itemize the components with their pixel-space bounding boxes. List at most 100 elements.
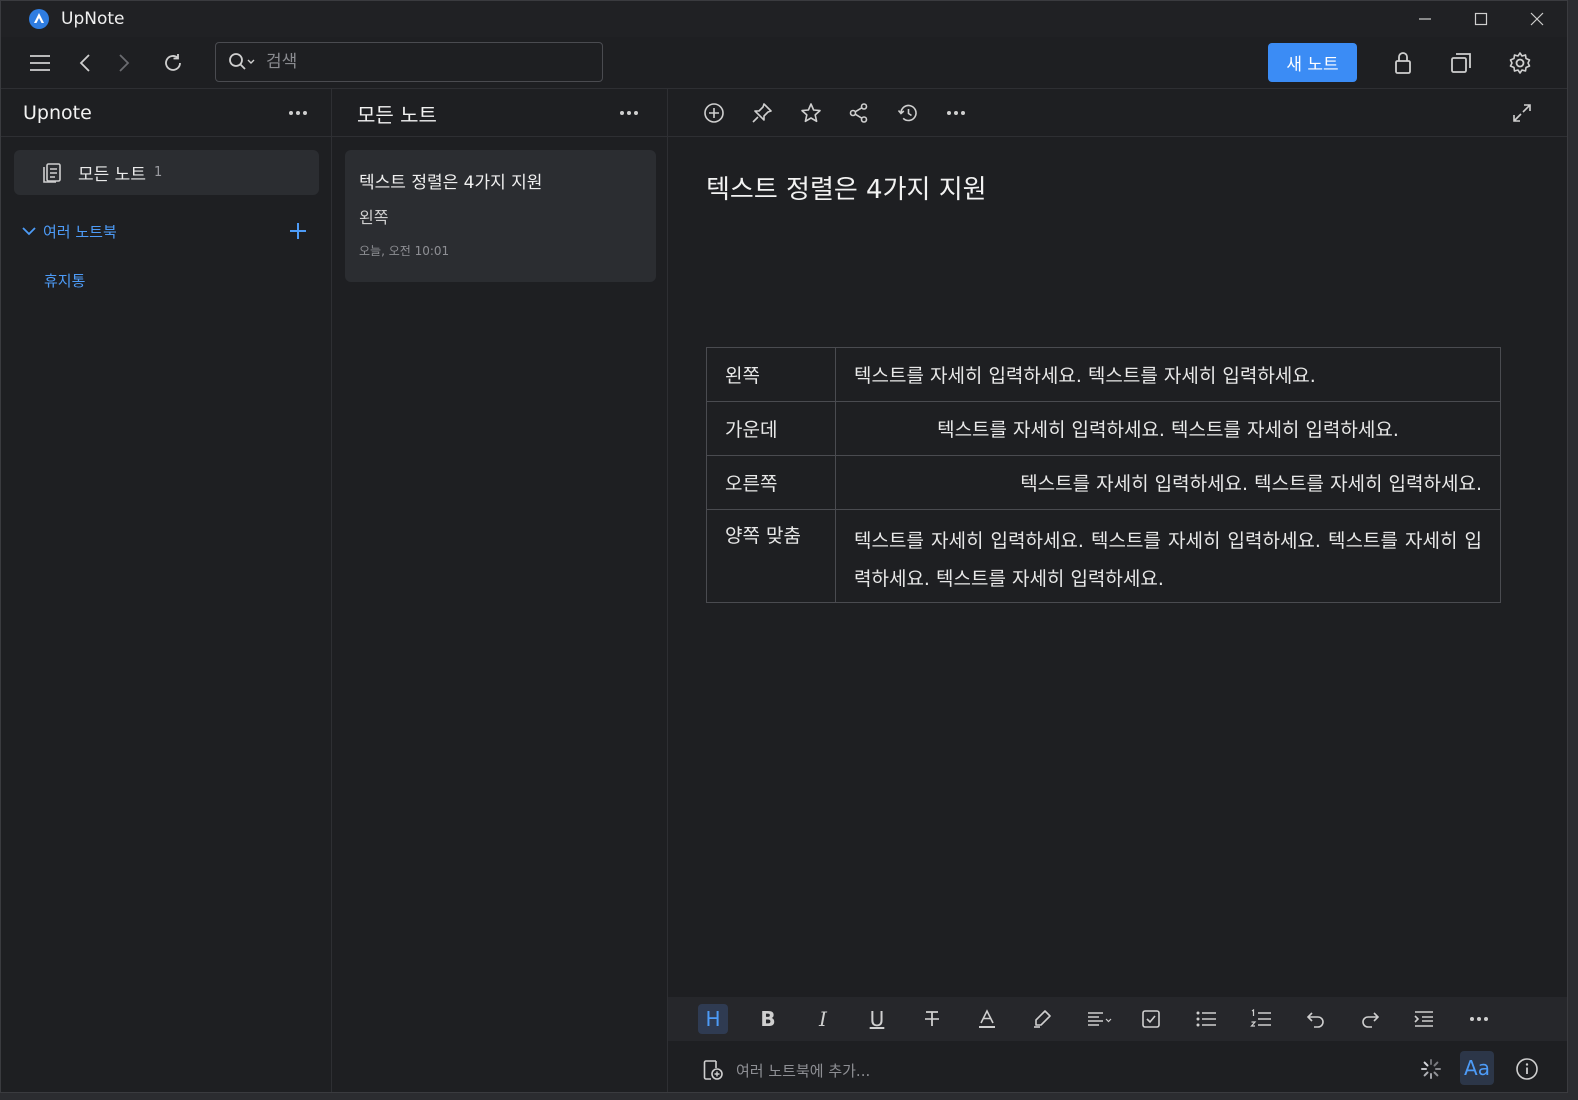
highlight-button[interactable]	[1027, 1004, 1057, 1034]
maximize-icon	[1474, 12, 1488, 26]
title-bar: UpNote	[1, 1, 1567, 37]
numbered-list-icon	[1250, 1009, 1271, 1027]
table-cell[interactable]: 텍스트를 자세히 입력하세요. 텍스트를 자세히 입력하세요.	[835, 347, 1501, 402]
font-settings-button[interactable]: Aa	[1460, 1051, 1494, 1085]
underline-button[interactable]: U	[862, 1004, 892, 1034]
table-cell-header[interactable]: 왼쪽	[706, 347, 836, 402]
sidebar-item-trash[interactable]: 휴지통	[44, 270, 85, 291]
highlighter-icon	[1034, 1010, 1051, 1028]
new-window-button[interactable]	[1447, 49, 1475, 77]
sidebar: Upnote 모든 노트 1 여러 노트북 휴지통	[1, 89, 332, 1092]
indent-icon	[1414, 1011, 1433, 1027]
upnote-logo-icon	[29, 9, 49, 29]
editor-panel: 텍스트 정렬은 4가지 지원 왼쪽 텍스트를 자세히 입력하세요. 텍스트를 자…	[668, 89, 1567, 1092]
note-table[interactable]: 왼쪽 텍스트를 자세히 입력하세요. 텍스트를 자세히 입력하세요. 가운데 텍…	[706, 347, 1501, 603]
main-toolbar: 새 노트	[1, 37, 1567, 89]
info-icon[interactable]	[1515, 1057, 1539, 1081]
copy-window-icon	[1451, 53, 1471, 73]
search-box[interactable]	[215, 42, 603, 82]
history-button[interactable]	[894, 99, 922, 127]
align-button[interactable]	[1082, 1004, 1118, 1034]
text-color-icon	[979, 1009, 995, 1028]
table-cell-header[interactable]: 양쪽 맞춤	[706, 509, 836, 603]
checkbox-button[interactable]	[1136, 1004, 1166, 1034]
editor-status-bar: 여러 노트북에 추가... Aa	[668, 1041, 1567, 1092]
star-icon	[801, 103, 821, 123]
redo-button[interactable]	[1355, 1004, 1385, 1034]
editor-more-button[interactable]	[942, 99, 970, 127]
search-input[interactable]	[266, 52, 566, 72]
table-row: 가운데 텍스트를 자세히 입력하세요. 텍스트를 자세히 입력하세요.	[706, 401, 1501, 456]
lock-button[interactable]	[1389, 49, 1417, 77]
bullet-list-icon	[1196, 1011, 1216, 1027]
checkbox-icon	[1142, 1010, 1160, 1028]
forward-button[interactable]	[110, 49, 138, 77]
indent-button[interactable]	[1409, 1004, 1439, 1034]
redo-icon	[1362, 1012, 1380, 1028]
new-note-button[interactable]: 새 노트	[1268, 43, 1357, 82]
strikethrough-icon	[925, 1011, 939, 1026]
table-row: 왼쪽 텍스트를 자세히 입력하세요. 텍스트를 자세히 입력하세요.	[706, 347, 1501, 402]
add-button[interactable]	[700, 99, 728, 127]
text-color-button[interactable]	[972, 1004, 1002, 1034]
chevron-down-icon	[22, 227, 36, 236]
favorite-button[interactable]	[797, 99, 825, 127]
share-icon	[849, 103, 868, 123]
sidebar-title: Upnote	[23, 102, 92, 124]
expand-button[interactable]	[1508, 99, 1536, 127]
maximize-button[interactable]	[1453, 1, 1509, 37]
heading-button[interactable]: H	[698, 1004, 728, 1034]
format-more-button[interactable]	[1464, 1004, 1494, 1034]
refresh-icon	[165, 54, 181, 71]
undo-button[interactable]	[1301, 1004, 1331, 1034]
add-notebook-button[interactable]	[287, 220, 309, 242]
bold-button[interactable]: B	[753, 1004, 783, 1034]
sidebar-item-label: 여러 노트북	[43, 222, 117, 241]
notes-icon	[43, 162, 61, 183]
more-horizontal-icon	[1470, 1017, 1488, 1021]
pin-button[interactable]	[748, 99, 776, 127]
numbered-list-button[interactable]	[1246, 1004, 1276, 1034]
lock-icon	[1395, 52, 1411, 74]
sidebar-item-label: 모든 노트	[78, 165, 146, 185]
back-button[interactable]	[71, 49, 99, 77]
pin-icon	[752, 103, 772, 123]
table-cell[interactable]: 텍스트를 자세히 입력하세요. 텍스트를 자세히 입력하세요.	[835, 455, 1501, 510]
search-icon	[229, 53, 255, 70]
refresh-button[interactable]	[159, 49, 187, 77]
menu-button[interactable]	[26, 49, 54, 77]
note-list-panel: 모든 노트 텍스트 정렬은 4가지 지원 왼쪽 오늘, 오전 10:01	[332, 89, 668, 1092]
table-cell-header[interactable]: 오른쪽	[706, 455, 836, 510]
sidebar-more-button[interactable]	[285, 101, 311, 125]
note-title[interactable]: 텍스트 정렬은 4가지 지원	[706, 169, 987, 206]
sidebar-item-all-notes[interactable]: 모든 노트 1	[14, 150, 319, 195]
note-item-date: 오늘, 오전 10:01	[359, 244, 450, 258]
chevron-left-icon	[79, 54, 90, 72]
strikethrough-button[interactable]	[917, 1004, 947, 1034]
editor-toolbar	[668, 89, 1567, 137]
table-cell[interactable]: 텍스트를 자세히 입력하세요. 텍스트를 자세히 입력하세요.	[835, 401, 1501, 456]
bullet-list-button[interactable]	[1191, 1004, 1221, 1034]
note-list-item[interactable]: 텍스트 정렬은 4가지 지원 왼쪽 오늘, 오전 10:01	[345, 150, 656, 282]
table-cell-header[interactable]: 가운데	[706, 401, 836, 456]
gear-icon	[1509, 52, 1531, 74]
add-to-notebook-button[interactable]: 여러 노트북에 추가...	[702, 1059, 870, 1081]
close-icon	[1530, 12, 1544, 26]
plus-icon	[290, 223, 306, 239]
plus-circle-icon	[704, 103, 724, 123]
note-item-preview: 왼쪽	[359, 208, 389, 227]
note-list-title: 모든 노트	[357, 103, 437, 127]
table-cell[interactable]: 텍스트를 자세히 입력하세요. 텍스트를 자세히 입력하세요. 텍스트를 자세히…	[835, 509, 1501, 603]
note-item-title: 텍스트 정렬은 4가지 지원	[359, 173, 543, 193]
settings-button[interactable]	[1506, 49, 1534, 77]
close-button[interactable]	[1509, 1, 1565, 37]
table-row: 오른쪽 텍스트를 자세히 입력하세요. 텍스트를 자세히 입력하세요.	[706, 455, 1501, 510]
loading-spinner-icon	[1421, 1059, 1441, 1079]
sidebar-item-notebooks[interactable]: 여러 노트북	[21, 219, 321, 243]
minimize-button[interactable]	[1397, 1, 1453, 37]
minimize-icon	[1419, 18, 1431, 20]
share-button[interactable]	[845, 99, 873, 127]
add-to-notebook-label: 여러 노트북에 추가...	[736, 1061, 871, 1080]
italic-button[interactable]: I	[808, 1004, 838, 1034]
note-list-more-button[interactable]	[616, 101, 642, 125]
